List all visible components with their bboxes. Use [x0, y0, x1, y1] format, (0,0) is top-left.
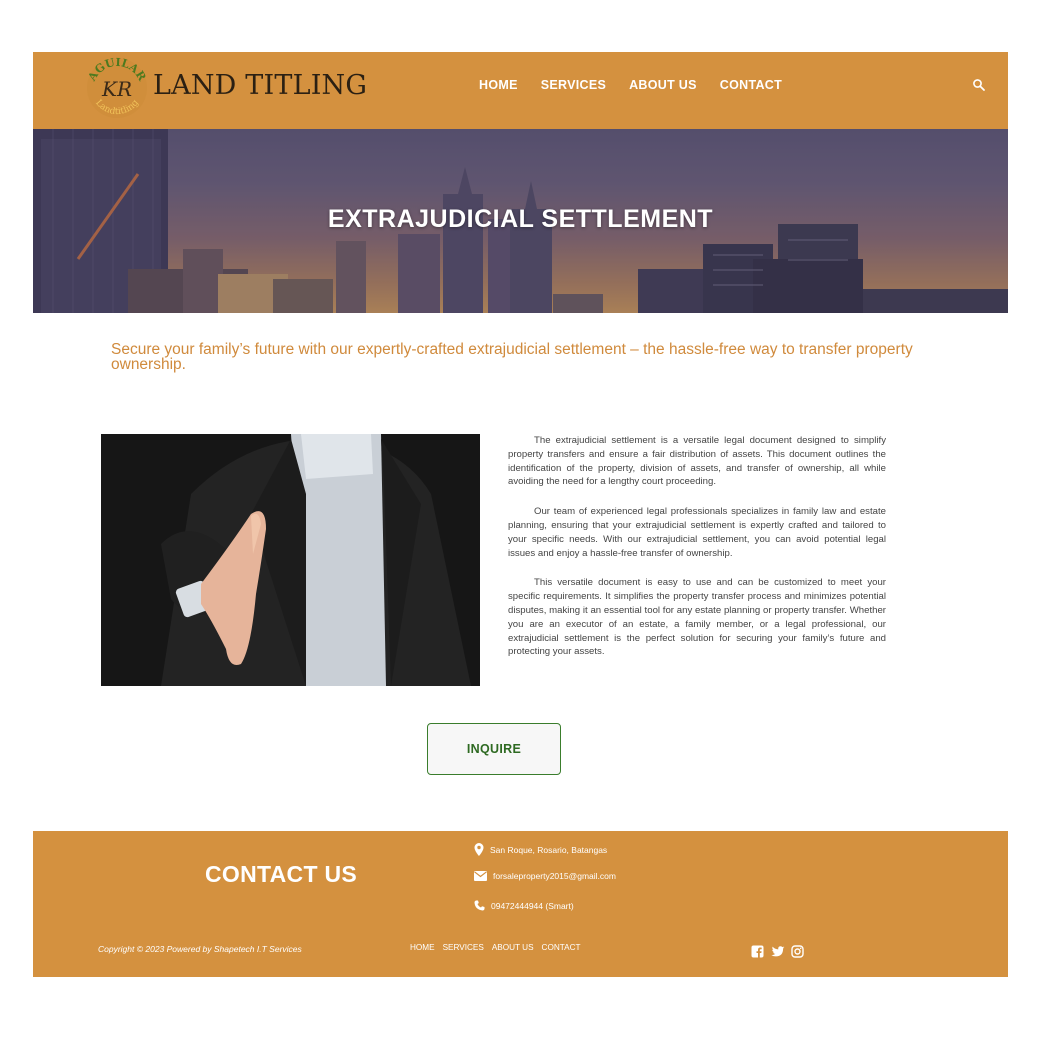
main-nav: HOME SERVICES ABOUT US CONTACT	[479, 78, 782, 92]
facebook-icon[interactable]	[751, 945, 764, 958]
paragraph-1: The extrajudicial settlement is a versat…	[508, 435, 886, 488]
address-text: San Roque, Rosario, Batangas	[490, 844, 608, 855]
social-links	[751, 945, 804, 958]
nav-home[interactable]: HOME	[479, 78, 518, 92]
email-row[interactable]: forsaleproperty2015@gmail.com	[474, 871, 616, 881]
envelope-icon	[474, 871, 487, 881]
description: The extrajudicial settlement is a versat…	[508, 434, 886, 675]
logo-emblem[interactable]: AGUILAR KR Landtitling	[83, 54, 151, 122]
logo-monogram: KR	[101, 77, 132, 101]
paragraph-2: Our team of experienced legal profession…	[508, 506, 886, 559]
site-footer: CONTACT US San Roque, Rosario, Batangas …	[33, 831, 1008, 977]
phone-icon	[474, 900, 485, 911]
phone-row[interactable]: 09472444944 (Smart)	[474, 900, 574, 911]
nav-contact[interactable]: CONTACT	[720, 78, 782, 92]
hero-banner: EXTRAJUDICIAL SETTLEMENT	[33, 129, 1008, 313]
page-title: EXTRAJUDICIAL SETTLEMENT	[327, 205, 714, 233]
footer-nav-services[interactable]: SERVICES	[443, 943, 484, 952]
footer-nav: HOME SERVICES ABOUT US CONTACT	[410, 943, 581, 952]
phone-text[interactable]: 09472444944 (Smart)	[491, 901, 574, 911]
paragraph-3: This versatile document is easy to use a…	[508, 577, 886, 658]
footer-nav-contact[interactable]: CONTACT	[542, 943, 581, 952]
tagline: Secure your family’s future with our exp…	[111, 341, 913, 373]
footer-nav-home[interactable]: HOME	[410, 943, 435, 952]
footer-nav-about-us[interactable]: ABOUT US	[492, 943, 534, 952]
logo-text[interactable]: LAND TITLING	[153, 70, 367, 101]
contact-heading: CONTACT US	[205, 861, 358, 887]
inquire-button[interactable]: INQUIRE	[427, 723, 561, 775]
nav-about-us[interactable]: ABOUT US	[629, 78, 697, 92]
twitter-icon[interactable]	[771, 945, 785, 958]
search-icon[interactable]	[972, 78, 986, 92]
location-pin-icon	[474, 843, 484, 856]
instagram-icon[interactable]	[791, 945, 804, 958]
copyright-text: Copyright © 2023 Powered by Shapetech I.…	[98, 944, 302, 954]
site-header: AGUILAR KR Landtitling LAND TITLING HOME…	[33, 52, 1008, 129]
handshake-photo	[101, 434, 480, 686]
address-row: San Roque, Rosario, Batangas	[474, 843, 607, 856]
nav-services[interactable]: SERVICES	[541, 78, 606, 92]
email-text[interactable]: forsaleproperty2015@gmail.com	[493, 871, 616, 881]
